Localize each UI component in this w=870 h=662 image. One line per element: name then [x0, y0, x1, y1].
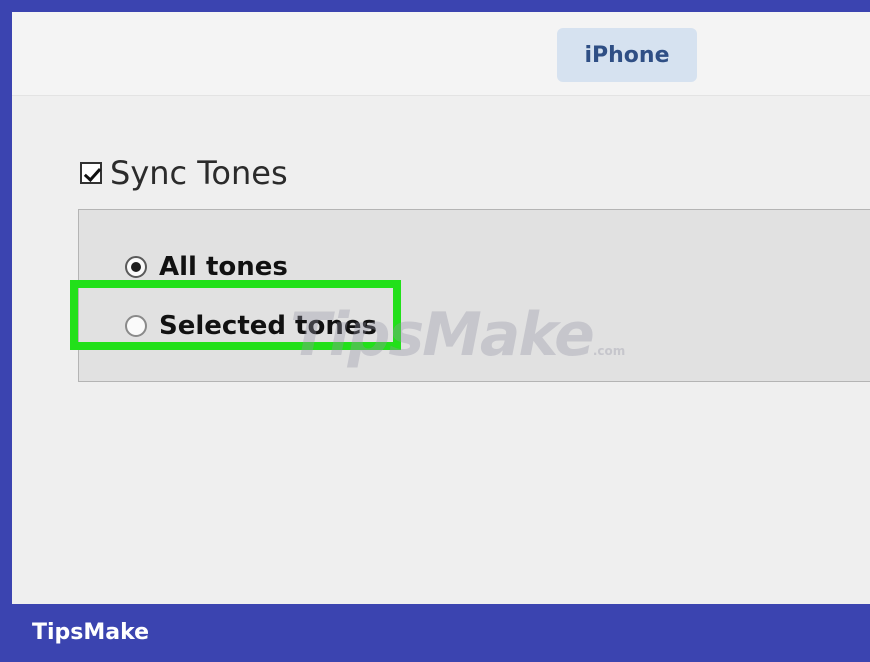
watermark-logo: TipsMake.com: [290, 300, 625, 370]
footer-brand: TipsMake: [32, 620, 150, 645]
sync-tones-row[interactable]: Sync Tones: [80, 154, 288, 192]
watermark-text: TipsMake: [290, 300, 595, 370]
sync-tones-checkbox[interactable]: [80, 162, 102, 184]
top-bar: iPhone: [12, 12, 870, 96]
all-tones-label: All tones: [159, 252, 288, 282]
tab-iphone[interactable]: iPhone: [557, 28, 697, 82]
sync-tones-label: Sync Tones: [110, 154, 288, 192]
all-tones-radio[interactable]: [125, 256, 147, 278]
frame-border: iPhone Sync Tones All tones Selected ton…: [0, 0, 870, 662]
watermark-suffix: .com: [592, 344, 626, 358]
all-tones-option[interactable]: All tones: [125, 252, 288, 282]
